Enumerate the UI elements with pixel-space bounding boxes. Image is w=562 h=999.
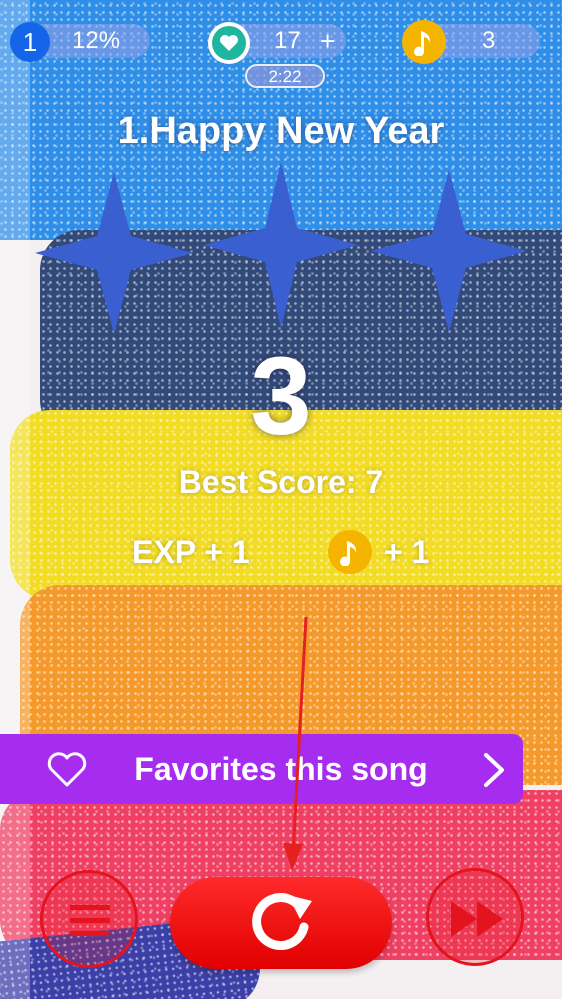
heart-outline-icon (47, 752, 87, 787)
level-badge-icon: 1 (10, 22, 50, 62)
favorite-song-button[interactable]: Favorites this song (0, 734, 523, 804)
timer-badge: 2:22 (245, 64, 325, 88)
next-song-button[interactable] (426, 868, 524, 966)
fast-forward-icon (451, 901, 503, 937)
lives-count: 17 (274, 27, 301, 54)
replay-button[interactable] (170, 877, 392, 969)
music-note-icon (328, 530, 372, 574)
note-reward: + 1 (384, 534, 430, 570)
heart-icon (208, 22, 250, 64)
level-number: 1 (22, 26, 38, 57)
notes-count: 3 (482, 27, 496, 54)
menu-icon (70, 905, 110, 936)
music-note-icon (402, 20, 446, 64)
replay-icon (252, 893, 312, 951)
exp-reward: EXP + 1 (132, 534, 250, 570)
chevron-right-icon (484, 753, 504, 787)
song-title: 1.Happy New Year (117, 110, 445, 152)
star-icon-1 (35, 172, 193, 334)
progress-text: 12% (72, 27, 121, 54)
pointer-arrow (283, 616, 308, 871)
star-icon-3 (371, 170, 527, 332)
best-score: Best Score: 7 (178, 464, 384, 500)
star-icon-2 (204, 162, 358, 328)
add-lives-button[interactable]: + (320, 24, 335, 58)
current-score: 3 (250, 335, 312, 458)
menu-button[interactable] (40, 870, 138, 968)
